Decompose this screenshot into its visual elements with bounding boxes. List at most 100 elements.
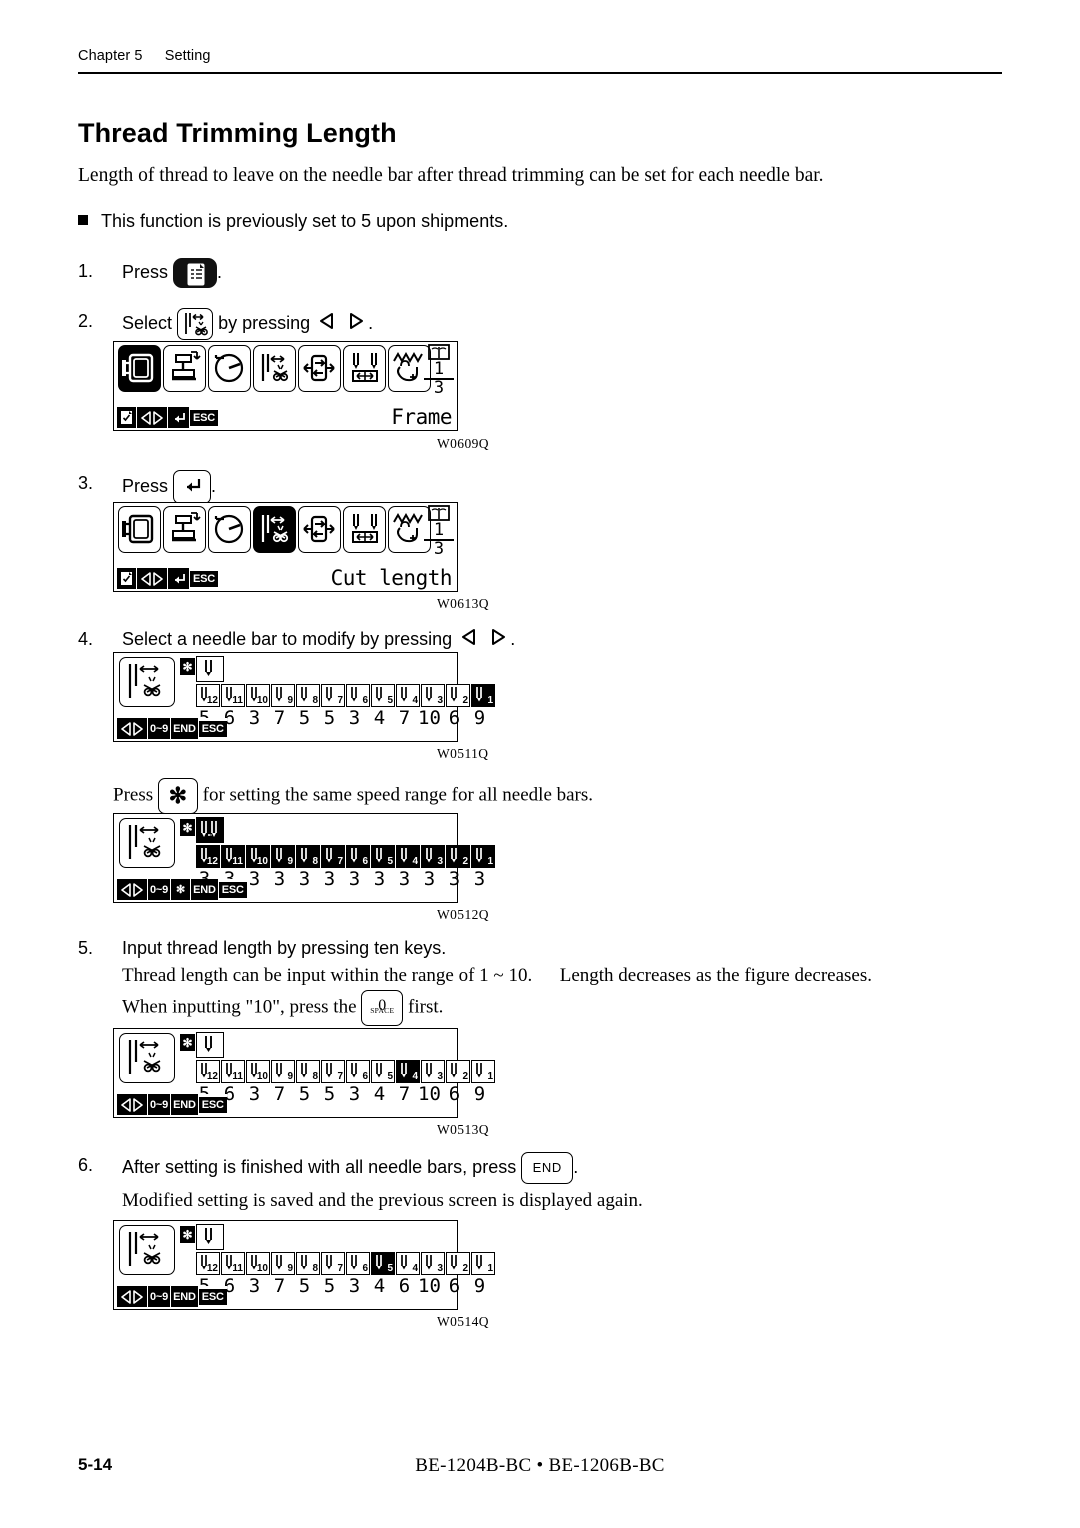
btn-doc-check[interactable] [117, 407, 136, 428]
needle-bar-tab[interactable]: 7 [321, 1060, 345, 1083]
needle-bar-tab[interactable]: 3 [421, 1060, 445, 1083]
arrow-right-icon-2[interactable] [488, 627, 508, 654]
needle-bar-tab[interactable]: 7 [321, 684, 345, 707]
needle-bar-tab[interactable]: 1 [471, 1060, 495, 1083]
needle-bar-tab[interactable]: 5 [371, 1252, 395, 1275]
menu-icon-thread-trim-2[interactable] [253, 506, 296, 553]
btn-end-2[interactable]: END [191, 879, 218, 900]
star-key[interactable]: ✻ [157, 778, 198, 814]
needle-bar-tab[interactable]: 2 [446, 1060, 470, 1083]
btn-arrows-lr-5[interactable] [117, 1094, 147, 1115]
needle-bar-tab[interactable]: 2 [446, 1252, 470, 1275]
needle-bar-tab[interactable]: 12 [196, 1252, 220, 1275]
needle-bar-tab[interactable]: 9 [271, 684, 295, 707]
needle-bar-tab[interactable]: 4 [396, 1252, 420, 1275]
menu-icon-rotate-frame-2[interactable] [298, 506, 341, 553]
btn-enter[interactable] [168, 407, 189, 428]
btn-end[interactable]: END [171, 718, 198, 739]
needle-bar-tab[interactable]: 4 [396, 845, 420, 868]
btn-arrows-lr-4[interactable] [117, 879, 147, 900]
needle-bar-tab[interactable]: 6 [346, 1252, 370, 1275]
needle-bar-tab[interactable]: 4 [396, 1060, 420, 1083]
needle-value: 6 [448, 707, 461, 729]
arrow-right-icon[interactable] [346, 311, 366, 338]
needle-bar-tab[interactable]: 8 [296, 684, 320, 707]
needle-bar-tab[interactable]: 6 [346, 684, 370, 707]
needle-bar-tab[interactable]: 12 [196, 684, 220, 707]
menu-icon-presser-foot[interactable] [163, 345, 206, 392]
arrow-left-icon[interactable] [317, 311, 337, 338]
needle-bar-tab[interactable]: 5 [371, 684, 395, 707]
btn-enter-2[interactable] [168, 568, 189, 589]
thread-trim-icon[interactable] [177, 308, 214, 340]
needle-bar-tab[interactable]: 10 [246, 845, 270, 868]
needle-bar-tab[interactable]: 1 [471, 845, 495, 868]
btn-numeric-range-3[interactable]: 0~9 [148, 1094, 171, 1115]
menu-icon-presser-foot-2[interactable] [163, 506, 206, 553]
btn-doc-check-2[interactable] [117, 568, 136, 589]
btn-esc-6[interactable]: ESC [198, 1286, 227, 1307]
btn-arrows-lr-3[interactable] [117, 718, 147, 739]
end-key[interactable]: END [521, 1152, 574, 1184]
menu-icon-speed-gauge-2[interactable] [208, 506, 251, 553]
menu-icon-needle-position[interactable] [343, 345, 386, 392]
needle-bar-tab[interactable]: 5 [371, 1060, 395, 1083]
needle-bar-tab[interactable]: 6 [346, 1060, 370, 1083]
needle-bar-tab[interactable]: 12 [196, 845, 220, 868]
needle-bar-tab[interactable]: 5 [371, 845, 395, 868]
needle-bar-tab[interactable]: 10 [246, 684, 270, 707]
btn-esc-3[interactable]: ESC [198, 718, 227, 739]
enter-key[interactable] [173, 470, 212, 504]
needle-bar-tab[interactable]: 8 [296, 845, 320, 868]
needle-bar-tab[interactable]: 3 [421, 845, 445, 868]
needle-bar-tab[interactable]: 12 [196, 1060, 220, 1083]
thread-trim-mode-icon-4 [119, 1225, 175, 1275]
menu-icon-speed-gauge[interactable] [208, 345, 251, 392]
needle-bar-tab[interactable]: 1 [471, 1252, 495, 1275]
btn-arrows-lr[interactable] [137, 407, 167, 428]
step-2: 2. Select by pressing . [78, 308, 838, 340]
needle-bar-tab[interactable]: 8 [296, 1060, 320, 1083]
needle-bar-tab[interactable]: 4 [396, 684, 420, 707]
needle-bar-tab[interactable]: 7 [321, 845, 345, 868]
menu-icon-frame[interactable] [118, 345, 161, 392]
needle-bar-tab[interactable]: 11 [221, 845, 245, 868]
btn-arrows-lr-6[interactable] [117, 1286, 147, 1307]
btn-numeric-range[interactable]: 0~9 [148, 718, 171, 739]
btn-numeric-range-4[interactable]: 0~9 [148, 1286, 171, 1307]
needle-bar-tab[interactable]: 9 [271, 1060, 295, 1083]
needle-bar-tab[interactable]: 3 [421, 684, 445, 707]
arrow-left-icon-2[interactable] [459, 627, 479, 654]
menu-icon-needle-position-2[interactable] [343, 506, 386, 553]
needle-bar-tab[interactable]: 9 [271, 845, 295, 868]
btn-esc-5[interactable]: ESC [198, 1094, 227, 1115]
btn-end-4[interactable]: END [171, 1286, 198, 1307]
needle-bar-tab[interactable]: 11 [221, 684, 245, 707]
bullet-square-icon [78, 215, 88, 225]
needle-bar-tab[interactable]: 9 [271, 1252, 295, 1275]
needle-bar-tab[interactable]: 3 [421, 1252, 445, 1275]
needle-bar-tab[interactable]: 6 [346, 845, 370, 868]
btn-star[interactable]: ✻ [171, 879, 191, 900]
needle-bar-tab[interactable]: 10 [246, 1252, 270, 1275]
btn-numeric-range-2[interactable]: 0~9 [148, 879, 171, 900]
needle-bar-tab[interactable]: 10 [246, 1060, 270, 1083]
needle-bar-tab[interactable]: 1 [471, 684, 495, 707]
btn-end-3[interactable]: END [171, 1094, 198, 1115]
btn-arrows-lr-2[interactable] [137, 568, 167, 589]
btn-esc-4[interactable]: ESC [218, 879, 247, 900]
needle-values-w0514: 5637553461069 [192, 1276, 492, 1297]
needle-bar-tab[interactable]: 11 [221, 1252, 245, 1275]
menu-icon-frame-2[interactable] [118, 506, 161, 553]
needle-bar-tab[interactable]: 2 [446, 684, 470, 707]
needle-bar-tab[interactable]: 7 [321, 1252, 345, 1275]
menu-icon-rotate-frame[interactable] [298, 345, 341, 392]
zero-space-key[interactable]: 0 SPACE [361, 990, 404, 1026]
needle-bar-tab[interactable]: 11 [221, 1060, 245, 1083]
menu-document-key[interactable] [173, 258, 218, 288]
btn-esc[interactable]: ESC [190, 407, 219, 428]
btn-esc-2[interactable]: ESC [190, 568, 219, 589]
menu-icon-thread-trim[interactable] [253, 345, 296, 392]
needle-bar-tab[interactable]: 2 [446, 845, 470, 868]
needle-bar-tab[interactable]: 8 [296, 1252, 320, 1275]
